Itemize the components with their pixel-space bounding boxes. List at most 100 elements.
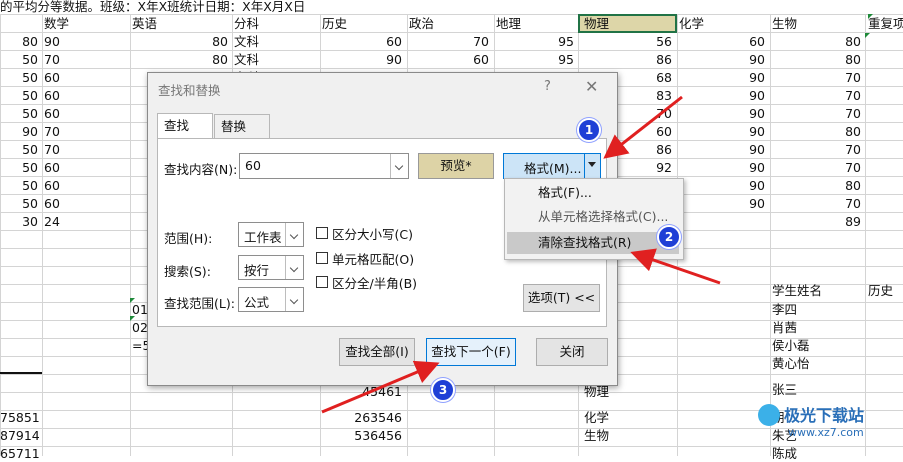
table-cell[interactable]: 60 <box>44 70 60 86</box>
table-cell[interactable]: 50 <box>0 142 38 158</box>
table-cell[interactable]: 60 <box>409 52 489 68</box>
table-cell[interactable]: 黄心怡 <box>772 356 810 372</box>
tab-find[interactable]: 查找(D) <box>157 113 213 157</box>
table-cell[interactable]: 物理 <box>584 384 609 400</box>
table-cell[interactable]: 02 <box>132 320 148 336</box>
table-cell[interactable]: 75851 <box>0 410 40 426</box>
table-cell[interactable]: 肖茜 <box>772 320 797 336</box>
column-header[interactable]: 地理 <box>496 16 521 32</box>
table-cell[interactable]: 化学 <box>584 410 609 426</box>
table-cell[interactable]: 70 <box>44 124 60 140</box>
table-cell[interactable]: 80 <box>772 34 861 50</box>
table-cell[interactable]: 50 <box>0 196 38 212</box>
table-cell[interactable]: 90 <box>679 106 765 122</box>
menu-item-clear-format[interactable]: 清除查找格式(R) <box>507 232 679 254</box>
table-cell[interactable]: 60 <box>679 34 765 50</box>
column-header[interactable]: 英语 <box>132 16 157 32</box>
table-cell[interactable]: 80 <box>132 52 228 68</box>
table-cell[interactable]: 70 <box>44 142 60 158</box>
column-header[interactable]: 化学 <box>679 16 704 32</box>
table-cell[interactable]: 50 <box>0 106 38 122</box>
table-cell[interactable]: 70 <box>409 34 489 50</box>
table-cell[interactable]: 生物 <box>584 428 609 444</box>
column-header[interactable]: 数学 <box>44 16 69 32</box>
find-content-input[interactable]: 60 <box>239 153 409 179</box>
table-cell[interactable]: 90 <box>44 34 60 50</box>
match-case-checkbox[interactable] <box>316 227 328 239</box>
column-header[interactable]: 分科 <box>234 16 259 32</box>
table-cell[interactable]: 90 <box>679 70 765 86</box>
table-cell[interactable]: 80 <box>132 34 228 50</box>
table-cell[interactable]: 60 <box>44 106 60 122</box>
table-cell[interactable]: 70 <box>772 88 861 104</box>
look-in-select[interactable]: 公式 <box>238 287 304 312</box>
table-cell[interactable] <box>0 384 38 400</box>
format-dropdown-toggle[interactable] <box>584 154 600 178</box>
table-cell[interactable]: 60 <box>44 178 60 194</box>
table-cell[interactable]: 50 <box>0 88 38 104</box>
table-cell[interactable]: 70 <box>772 106 861 122</box>
table-cell[interactable]: 张三 <box>772 382 797 398</box>
table-cell[interactable]: 70 <box>772 142 861 158</box>
table-cell[interactable]: 95 <box>496 34 574 50</box>
table-cell[interactable]: 80 <box>772 52 861 68</box>
column-header[interactable]: 历史 <box>322 16 347 32</box>
table-cell[interactable]: 50 <box>0 178 38 194</box>
table-cell[interactable]: 90 <box>0 124 38 140</box>
table-cell[interactable]: 90 <box>679 142 765 158</box>
column-header[interactable]: 政治 <box>409 16 434 32</box>
table-cell[interactable]: 60 <box>44 196 60 212</box>
chevron-down-icon[interactable] <box>285 223 303 246</box>
table-cell[interactable]: 80 <box>772 178 861 194</box>
table-cell[interactable]: 70 <box>44 52 60 68</box>
options-button[interactable]: 选项(T) << <box>523 284 600 312</box>
table-cell[interactable]: 65711 <box>0 446 40 462</box>
table-cell[interactable]: 536456 <box>322 428 402 444</box>
table-cell[interactable]: 87914 <box>0 428 40 444</box>
match-cell-label[interactable]: 单元格匹配(O) <box>332 249 414 268</box>
table-cell[interactable]: 86 <box>580 52 672 68</box>
search-order-select[interactable]: 按行 <box>238 255 304 280</box>
chevron-down-icon[interactable] <box>285 256 303 279</box>
table-cell[interactable]: 50 <box>0 160 38 176</box>
table-cell[interactable]: 侯小磊 <box>772 338 810 354</box>
table-cell[interactable]: 70 <box>772 196 861 212</box>
table-cell[interactable]: 95 <box>496 52 574 68</box>
table-cell[interactable]: 263546 <box>322 410 402 426</box>
format-dropdown-menu[interactable]: 格式(F)... 从单元格选择格式(C)... 清除查找格式(R) <box>504 178 684 260</box>
menu-item-format[interactable]: 格式(F)... <box>505 182 683 204</box>
table-cell[interactable]: 60 <box>44 160 60 176</box>
table-cell[interactable]: 文科 <box>234 52 259 68</box>
table-cell[interactable]: 60 <box>322 34 402 50</box>
close-icon[interactable]: ✕ <box>585 77 598 96</box>
scope-select[interactable]: 工作表 <box>238 222 304 247</box>
help-icon[interactable]: ? <box>544 79 551 94</box>
table-cell[interactable]: 90 <box>679 124 765 140</box>
table-cell[interactable]: 45461 <box>322 384 402 400</box>
match-width-label[interactable]: 区分全/半角(B) <box>332 273 417 292</box>
table-cell[interactable]: 80 <box>0 34 38 50</box>
chevron-down-icon[interactable] <box>285 288 303 311</box>
table-cell[interactable]: 56 <box>580 34 672 50</box>
match-width-checkbox[interactable] <box>316 276 328 288</box>
table-cell[interactable]: 30 <box>0 214 38 230</box>
table-cell[interactable]: 80 <box>772 124 861 140</box>
table-cell[interactable]: 70 <box>772 160 861 176</box>
table-cell[interactable]: 李四 <box>772 302 797 318</box>
table-cell[interactable]: 89 <box>772 214 861 230</box>
column-header[interactable]: 物理 <box>584 16 609 32</box>
table-cell[interactable]: 50 <box>0 70 38 86</box>
find-all-button[interactable]: 查找全部(I) <box>339 338 415 366</box>
tab-replace[interactable]: 替换(P) <box>214 114 270 158</box>
table-cell[interactable]: 90 <box>679 178 765 194</box>
match-case-label[interactable]: 区分大小写(C) <box>332 224 413 243</box>
table-cell[interactable]: 50 <box>0 52 38 68</box>
table-cell[interactable]: 90 <box>679 196 765 212</box>
table-cell[interactable]: 70 <box>772 70 861 86</box>
find-next-button[interactable]: 查找下一个(F) <box>426 338 516 366</box>
format-button[interactable]: 格式(M)... <box>503 153 601 179</box>
table-cell[interactable]: 60 <box>44 88 60 104</box>
table-cell[interactable]: 文科 <box>234 34 259 50</box>
match-cell-checkbox[interactable] <box>316 252 328 264</box>
column-header[interactable]: 重复项 <box>868 16 903 32</box>
